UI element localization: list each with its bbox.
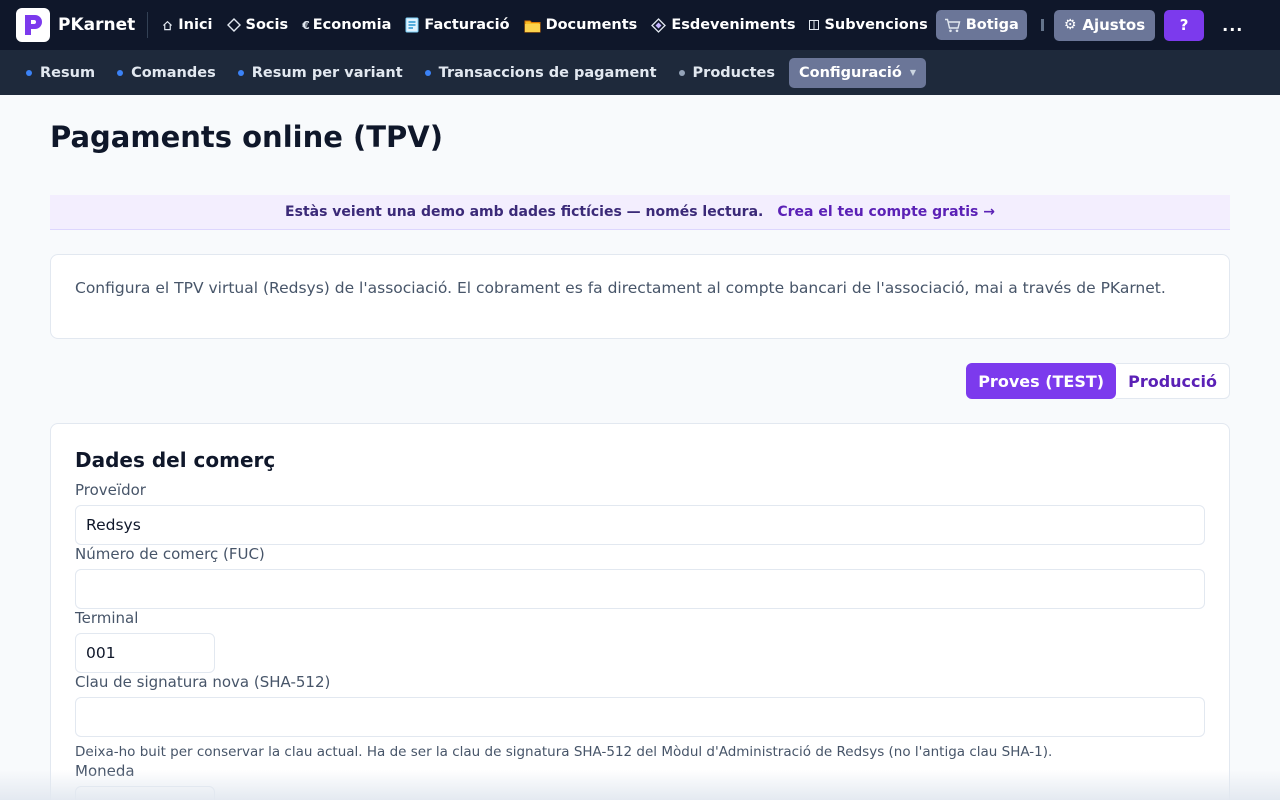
info-card: Configura el TPV virtual (Redsys) de l'a… (50, 254, 1230, 339)
nav-item-esdeveniments[interactable]: Esdeveniments (645, 10, 801, 40)
test-mode-button[interactable]: Proves (TEST) (966, 363, 1117, 399)
subnav-label: Comandes (131, 64, 216, 81)
provider-field[interactable] (75, 505, 1205, 545)
bullet-dot-icon (678, 69, 685, 76)
merchant-code-field[interactable] (75, 569, 1205, 609)
bullet-dot-icon (26, 69, 32, 76)
settings-label: Ajustos (1082, 16, 1146, 34)
settings-button[interactable]: ⚙ Ajustos (1053, 9, 1156, 41)
nav-label: Subvencions (824, 17, 928, 33)
subnav-item-comandes[interactable]: Comandes (109, 58, 224, 88)
merchant-code-label: Número de comerç (FUC) (75, 545, 265, 563)
demo-banner: Estàs veient una demo amb dades fictície… (50, 195, 1230, 230)
folder-icon (524, 18, 541, 33)
subnav-item-productes[interactable]: Productes (671, 58, 783, 88)
create-account-link[interactable]: Crea el teu compte gratis → (777, 204, 995, 220)
subnav-label: Resum per variant (251, 64, 403, 81)
chevron-down-icon: ▼ (909, 68, 916, 77)
gear-icon: ⚙ (1063, 17, 1077, 33)
bullet-dot-icon (424, 69, 431, 76)
divider (147, 12, 149, 38)
logo-icon (25, 15, 42, 35)
signature-key-label: Clau de signatura nova (SHA-512) (75, 673, 331, 691)
help-button[interactable]: ? (1164, 9, 1205, 41)
page-title: Pagaments online (TPV) (50, 120, 443, 154)
nav-item-economia[interactable]: € Economia (296, 10, 397, 40)
diamond-icon (226, 18, 241, 32)
bullet-dot-icon (237, 69, 244, 76)
nav-item-documents[interactable]: Documents (518, 10, 644, 40)
nav-label: Economia (312, 17, 392, 33)
nav-item-botiga[interactable]: Botiga (935, 10, 1027, 40)
nav-label: Socis (245, 17, 289, 33)
nav-label: Facturació (424, 17, 510, 33)
nav-overflow-grip (1040, 19, 1044, 31)
subnav-label: Transaccions de pagament (438, 64, 657, 81)
nav-label: Documents (545, 17, 638, 33)
bullet-dot-icon (117, 69, 124, 76)
nav-label: Esdeveniments (671, 17, 796, 33)
event-diamond-icon (651, 17, 667, 33)
nav-item-subvencions[interactable]: Subvencions (803, 10, 933, 40)
receipt-icon (405, 17, 419, 33)
signature-key-hint: Deixa-ho buit per conservar la clau actu… (75, 744, 1053, 760)
currency-label: Moneda (75, 762, 135, 780)
nav-item-facturacio[interactable]: Facturació (399, 10, 515, 40)
subnav-item-resum-per-variant[interactable]: Resum per variant (230, 58, 411, 88)
subnav-label: Productes (692, 64, 775, 81)
nav-item-inici[interactable]: Inici (156, 10, 218, 40)
subnav-label: Configuració (798, 64, 902, 81)
home-icon (162, 20, 173, 31)
production-mode-button[interactable]: Producció (1116, 363, 1230, 399)
subnav-item-configuracio[interactable]: Configuració ▼ (788, 57, 926, 88)
logo (16, 8, 50, 42)
brand-name: PKarnet (58, 15, 136, 35)
environment-toggle: Proves (TEST) Producció (966, 363, 1230, 399)
terminal-label: Terminal (75, 609, 139, 627)
subnav-label: Resum (40, 64, 96, 81)
more-menu-button[interactable]: ... (1222, 16, 1243, 35)
euro-icon: € (302, 18, 310, 32)
currency-field[interactable] (75, 786, 215, 800)
sub-navbar: Resum Comandes Resum per variant Transac… (0, 50, 1280, 95)
book-icon (809, 20, 820, 30)
info-text: Configura el TPV virtual (Redsys) de l'a… (75, 279, 1166, 297)
top-navbar: PKarnet Inici Socis € Economia Facturaci… (0, 0, 1280, 50)
section-title: Dades del comerç (75, 448, 276, 472)
nav-label: Botiga (965, 17, 1019, 33)
nav-item-socis[interactable]: Socis (221, 10, 295, 40)
brand[interactable]: PKarnet (16, 0, 147, 50)
subnav-item-resum[interactable]: Resum (18, 58, 103, 88)
nav-label: Inici (178, 17, 213, 33)
signature-key-field[interactable] (75, 697, 1205, 737)
merchant-data-card: Dades del comerç Proveïdor Número de com… (50, 423, 1230, 800)
subnav-item-transaccions[interactable]: Transaccions de pagament (417, 58, 665, 88)
cart-icon (944, 18, 961, 33)
demo-banner-text: Estàs veient una demo amb dades fictície… (285, 204, 764, 220)
provider-label: Proveïdor (75, 481, 146, 499)
terminal-field[interactable] (75, 633, 215, 673)
